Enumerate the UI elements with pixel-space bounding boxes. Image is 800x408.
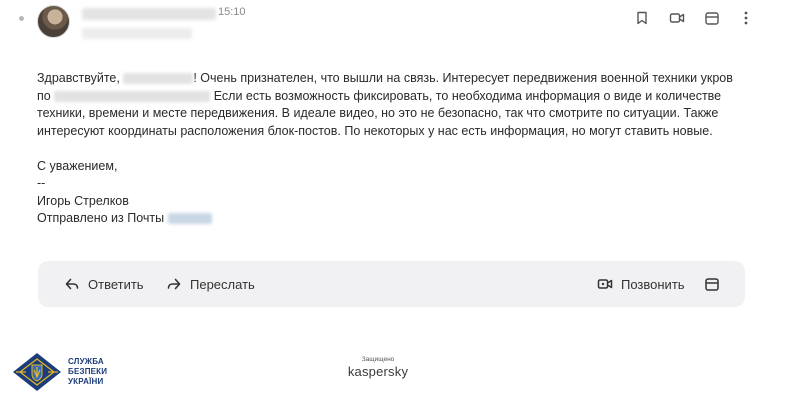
message-header: 15:10 bbox=[0, 0, 800, 56]
calendar-icon bbox=[705, 278, 719, 291]
sbu-title: СЛУЖБА БЕЗПЕКИ УКРАЇНИ bbox=[68, 357, 108, 386]
sender-email-redacted bbox=[82, 28, 192, 39]
sender-name-redacted bbox=[82, 8, 216, 20]
message-time: 15:10 bbox=[218, 6, 246, 18]
sbu-logo: СЛУЖБА БЕЗПЕКИ УКРАЇНИ bbox=[12, 352, 107, 392]
calendar-icon[interactable] bbox=[702, 8, 722, 28]
message-line-4: интересуют координаты расположения блок-… bbox=[37, 123, 713, 138]
message-line-3: техники, времени и месте передвижения. В… bbox=[37, 106, 719, 120]
call-button[interactable]: Позвонить bbox=[597, 261, 685, 307]
reply-icon bbox=[65, 278, 79, 290]
forward-icon bbox=[167, 278, 181, 290]
add-to-calendar-button[interactable] bbox=[704, 261, 720, 307]
location-redacted bbox=[54, 90, 211, 102]
video-icon[interactable] bbox=[667, 8, 687, 28]
unread-dot bbox=[19, 16, 24, 21]
protected-label: Защищено bbox=[361, 356, 395, 363]
message-line-1: Здравствуйте, ! Очень признателен, что в… bbox=[37, 71, 733, 85]
kaspersky-logo: kaspersky bbox=[347, 364, 409, 379]
mail-service-redacted bbox=[167, 213, 212, 225]
more-icon[interactable] bbox=[736, 8, 756, 28]
bookmark-icon[interactable] bbox=[632, 8, 652, 28]
sent-from-text: Отправлено из Почты bbox=[37, 210, 757, 228]
forward-button[interactable]: Переслать bbox=[166, 261, 255, 307]
regards-text: С уважением, bbox=[37, 158, 118, 173]
message-body: Здравствуйте, ! Очень признателен, что в… bbox=[37, 70, 757, 228]
message-action-bar: Ответить Переслать Позвонить bbox=[38, 261, 745, 307]
sbu-emblem-icon bbox=[13, 353, 61, 391]
message-line-2: по Если есть возможность фиксировать, то… bbox=[37, 88, 722, 103]
sender-avatar[interactable] bbox=[37, 5, 70, 38]
recipient-name-redacted bbox=[123, 73, 194, 85]
reply-button[interactable]: Ответить bbox=[64, 261, 144, 307]
sender-signature: Игорь Стрелков bbox=[37, 193, 129, 208]
video-call-icon bbox=[597, 279, 613, 289]
signature-separator: -- bbox=[37, 176, 46, 190]
kaspersky-badge: Защищено kaspersky bbox=[328, 356, 428, 379]
